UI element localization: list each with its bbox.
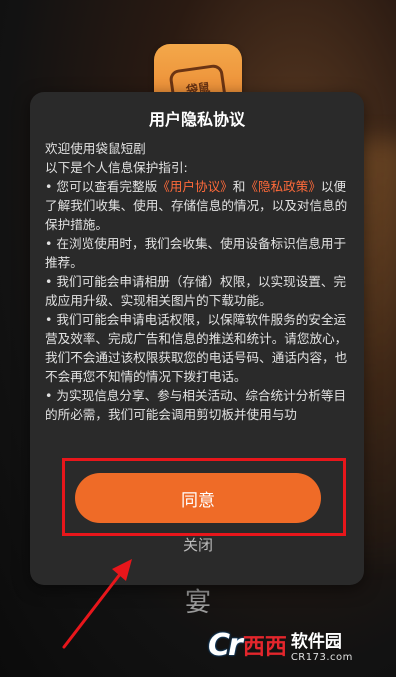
bullet-phone: • 我们可能会申请电话权限，以保障软件服务的安全运营及效率、完成广告和信息的推送…	[45, 312, 348, 384]
bullet-clipboard: • 为实现信息分享、参与相关活动、综合统计分析等目的所必需，我们可能会调用剪切板…	[45, 388, 347, 422]
close-button[interactable]: 关闭	[0, 534, 396, 555]
dialog-body[interactable]: 欢迎使用袋鼠短剧 以下是个人信息保护指引: • 您可以查看完整版《用户协议》和《…	[45, 139, 355, 469]
agree-button[interactable]: 同意	[75, 473, 321, 523]
watermark-logo-cn: 西西	[242, 635, 287, 660]
watermark-logo: Cr	[208, 627, 243, 663]
dialog-title: 用户隐私协议	[148, 110, 245, 129]
watermark-name: 软件园	[290, 632, 342, 652]
user-agreement-link[interactable]: 《用户协议》	[157, 179, 233, 194]
watermark: Cr 西西 软件园 CR173.com	[208, 623, 390, 667]
red-arrow-icon	[62, 559, 132, 649]
bullet-text: 和	[232, 179, 246, 194]
bullet-device-id: • 在浏览使用时，我们会收集、使用设备标识信息用于推荐。	[45, 236, 347, 270]
bullet-agreements: • 您可以查看完整版《用户协议》和《隐私政策》以便了解我们收集、使用、存储信息的…	[45, 177, 355, 234]
bullet-text: • 您可以查看完整版	[45, 179, 158, 194]
watermark-url: CR173.com	[290, 652, 353, 663]
watermark-text: 软件园 CR173.com	[291, 627, 353, 663]
intro-line: 以下是个人信息保护指引:	[45, 160, 188, 175]
bullet-storage: • 我们可能会申请相册（存储）权限，以实现设置、完成应用升级、实现相关图片的下载…	[45, 274, 347, 308]
intro-line: 欢迎使用袋鼠短剧	[45, 141, 146, 156]
privacy-policy-link[interactable]: 《隐私政策》	[245, 179, 321, 194]
